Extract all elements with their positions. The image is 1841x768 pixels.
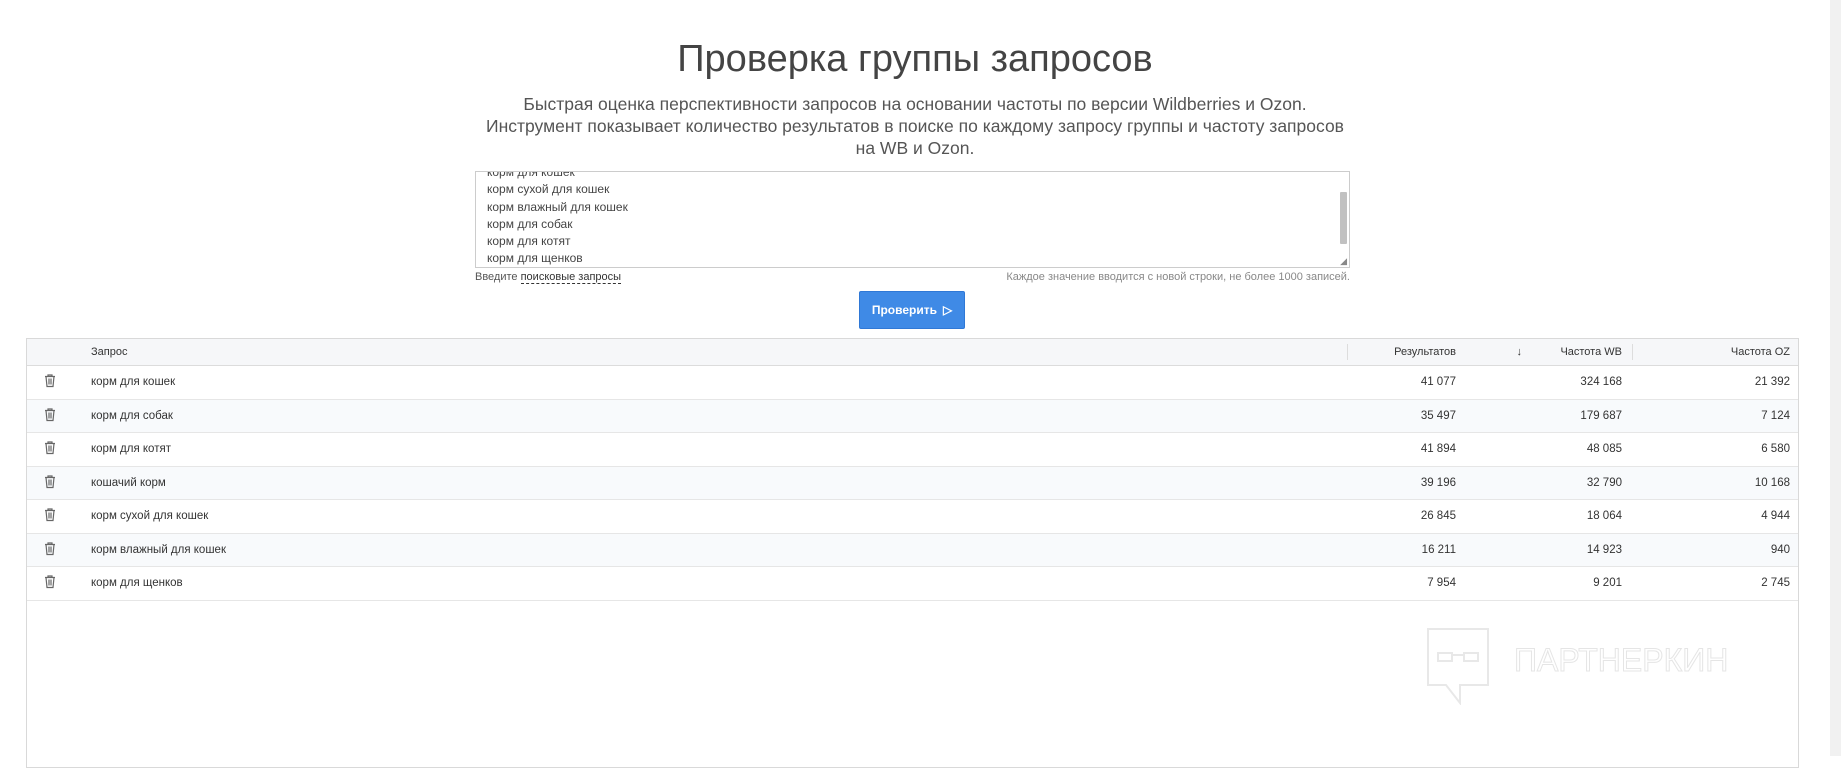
trash-icon bbox=[44, 407, 56, 424]
cell-freq-wb: 9 201 bbox=[1593, 577, 1622, 590]
textarea-line: корм для щенков bbox=[487, 251, 583, 266]
trash-icon bbox=[44, 508, 56, 525]
subtitle-line: Инструмент показывает количество результ… bbox=[486, 116, 1344, 136]
textarea-line: корм влажный для кошек bbox=[487, 199, 628, 214]
cell-query: корм влажный для кошек bbox=[91, 543, 226, 556]
header-freq-wb[interactable]: Частота WB bbox=[1560, 346, 1622, 358]
textarea-line: корм сухой для кошек bbox=[487, 182, 610, 197]
cell-freq-oz: 4 944 bbox=[1761, 510, 1790, 523]
table-row: корм для щенков 7 954 9 201 2 745 bbox=[27, 567, 1798, 601]
trash-icon bbox=[44, 541, 56, 558]
page-title: Проверка группы запросов bbox=[677, 38, 1153, 80]
cell-freq-oz: 10 168 bbox=[1754, 476, 1790, 489]
page-scrollbar[interactable] bbox=[1830, 0, 1841, 756]
textarea-scrollbar[interactable] bbox=[1340, 192, 1347, 244]
textarea-line: корм для котят bbox=[487, 234, 571, 249]
trash-icon bbox=[44, 474, 56, 491]
subtitle-line: на WB и Ozon. bbox=[855, 138, 975, 158]
cell-freq-oz: 940 bbox=[1770, 543, 1790, 556]
cell-freq-wb: 324 168 bbox=[1580, 376, 1622, 389]
cell-results: 41 077 bbox=[1420, 376, 1456, 389]
header-freq-oz[interactable]: Частота OZ bbox=[1731, 346, 1790, 358]
cell-results: 7 954 bbox=[1427, 577, 1456, 590]
sort-desc-icon: ↓ bbox=[1516, 346, 1523, 358]
play-icon: ▷ bbox=[942, 303, 953, 317]
table-row: корм влажный для кошек 16 211 14 923 940 bbox=[27, 533, 1798, 567]
table-row: корм сухой для кошек 26 845 18 064 4 944 bbox=[27, 500, 1798, 534]
cell-freq-wb: 48 085 bbox=[1586, 443, 1622, 456]
cell-query: корм для щенков bbox=[91, 577, 183, 590]
cell-results: 41 894 bbox=[1420, 443, 1456, 456]
subtitle-line: Быстрая оценка перспективности запросов … bbox=[523, 94, 1307, 114]
hint-text: Введите bbox=[475, 271, 518, 283]
textarea-line: корм для кошек bbox=[487, 171, 575, 179]
textarea-hint: Введите поисковые запросы bbox=[475, 271, 622, 284]
cell-results: 35 497 bbox=[1420, 409, 1456, 422]
check-button[interactable]: Проверить ▷ bbox=[859, 291, 965, 329]
cell-freq-oz: 6 580 bbox=[1761, 443, 1790, 456]
header-results[interactable]: Результатов bbox=[1394, 346, 1456, 358]
cell-freq-oz: 2 745 bbox=[1761, 577, 1790, 590]
textarea-line: корм для собак bbox=[487, 216, 573, 231]
cell-freq-oz: 21 392 bbox=[1754, 376, 1790, 389]
cell-query: корм для собак bbox=[91, 409, 173, 422]
search-queries-link[interactable]: поисковые запросы bbox=[520, 271, 622, 284]
textarea-limit-hint: Каждое значение вводится с новой строки,… bbox=[1006, 271, 1350, 283]
svg-text:ПАРТНЕРКИН: ПАРТНЕРКИН bbox=[1514, 642, 1728, 678]
cell-results: 16 211 bbox=[1421, 543, 1456, 556]
table-row: корм для собак 35 497 179 687 7 124 bbox=[27, 399, 1798, 433]
cell-freq-oz: 7 124 bbox=[1761, 409, 1790, 422]
cell-freq-wb: 18 064 bbox=[1586, 510, 1622, 523]
cell-query: корм для кошек bbox=[91, 376, 176, 389]
trash-icon bbox=[44, 441, 56, 458]
check-button-label: Проверить bbox=[871, 303, 937, 317]
page-subtitle: Быстрая оценка перспективности запросов … bbox=[0, 93, 1830, 159]
cell-query: кошачий корм bbox=[91, 476, 166, 489]
cell-query: корм сухой для кошек bbox=[91, 510, 209, 523]
header-query[interactable]: Запрос bbox=[91, 346, 127, 358]
table-row: корм для котят 41 894 48 085 6 580 bbox=[27, 433, 1798, 467]
queries-textarea[interactable]: корм для кошек корм сухой для кошек корм в… bbox=[475, 171, 1350, 268]
cell-freq-wb: 14 923 bbox=[1586, 543, 1622, 556]
table-row: кошачий корм 39 196 32 790 10 168 bbox=[27, 466, 1798, 500]
resize-handle-icon[interactable]: ◢ bbox=[1340, 256, 1347, 267]
table-header: Запрос Результатов ↓ Частота WB Частота … bbox=[27, 339, 1798, 366]
trash-icon bbox=[44, 374, 56, 391]
cell-freq-wb: 179 687 bbox=[1580, 409, 1622, 422]
cell-freq-wb: 32 790 bbox=[1586, 476, 1622, 489]
table-row: корм для кошек 41 077 324 168 21 392 bbox=[27, 366, 1798, 400]
cell-results: 26 845 bbox=[1420, 510, 1456, 523]
trash-icon bbox=[44, 575, 56, 592]
partnerkin-watermark-logo: ПАРТНЕРКИН bbox=[1427, 628, 1729, 705]
cell-query: корм для котят bbox=[91, 443, 171, 456]
cell-results: 39 196 bbox=[1420, 476, 1456, 489]
